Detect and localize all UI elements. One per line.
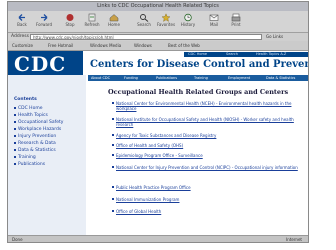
list-item[interactable]: Agency for Toxic Substances and Disease …: [112, 133, 298, 138]
sidebar-heading: Contents: [14, 97, 37, 102]
home-icon: [109, 14, 119, 22]
links-item[interactable]: Free Hotmail: [48, 43, 73, 48]
nav-item[interactable]: Employment: [228, 76, 250, 80]
bullet-icon: [14, 106, 16, 109]
list-item[interactable]: Epidemiology Program Office - Surveillan…: [112, 153, 298, 158]
bullet-icon: [112, 102, 114, 104]
browser-window: Links to CDC Occupational Health Related…: [7, 1, 309, 243]
status-text: Done: [12, 237, 23, 242]
links-bar: Customize Free Hotmail Windows Media Win…: [8, 41, 308, 51]
site-header: Centers for Disease Control and Preventi…: [88, 58, 308, 74]
security-zone: Internet: [286, 237, 302, 242]
links-item[interactable]: Windows: [134, 43, 152, 48]
sidebar-item[interactable]: Research & Data: [14, 141, 56, 146]
search-button[interactable]: Search: [134, 13, 154, 30]
sidebar-item[interactable]: Workplace Hazards: [14, 127, 61, 132]
bullet-icon: [14, 162, 16, 165]
mail-icon: [209, 14, 219, 21]
print-icon: [231, 13, 241, 22]
links-item[interactable]: Best of the Web: [168, 43, 200, 48]
sidebar-item[interactable]: Data & Statistics: [14, 148, 56, 153]
list-item[interactable]: Public Health Practice Program Office: [112, 185, 298, 190]
favorites-button[interactable]: Favorites: [156, 13, 176, 30]
address-bar: Address http://www.cdc.gov/niosh/topics/…: [8, 33, 308, 41]
stop-button[interactable]: Stop: [60, 13, 80, 30]
sidebar-item[interactable]: Training: [14, 155, 36, 160]
bullet-icon: [14, 148, 16, 151]
bullet-icon: [14, 120, 16, 123]
refresh-button[interactable]: Refresh: [82, 13, 102, 30]
sidebar-item[interactable]: Occupational Safety: [14, 120, 63, 125]
sidebar-item[interactable]: Health Topics: [14, 113, 48, 118]
bullet-icon: [112, 118, 114, 120]
list-item[interactable]: National Institute for Occupational Safe…: [112, 117, 298, 127]
bullet-icon: [14, 127, 16, 130]
history-icon: [184, 13, 192, 22]
list-item[interactable]: National Center for Environmental Health…: [112, 101, 298, 111]
bullet-icon: [112, 186, 114, 188]
list-item[interactable]: Office of Global Health: [112, 209, 298, 214]
back-button[interactable]: Back: [12, 13, 32, 30]
list-item[interactable]: Office of Health and Safety (OHS): [112, 143, 298, 148]
bullet-icon: [112, 166, 114, 168]
stop-icon: [66, 14, 74, 21]
nav-item[interactable]: Data & Statistics: [266, 76, 295, 80]
top-link[interactable]: CDC Home: [188, 52, 207, 56]
address-label: Address: [11, 34, 29, 39]
browser-toolbar: Back Forward Stop Refresh Home Search Fa…: [8, 11, 308, 33]
nav-item[interactable]: Training: [194, 76, 208, 80]
site-nav: About CDC Funding Publications Training …: [88, 75, 308, 81]
refresh-icon: [88, 13, 96, 22]
forward-button[interactable]: Forward: [34, 13, 54, 30]
bullet-icon: [14, 155, 16, 158]
page-viewport: CDC CDC Home Search Health Topics A-Z Ce…: [8, 51, 308, 235]
window-title: Links to CDC Occupational Health Related…: [97, 3, 219, 9]
sidebar-item[interactable]: CDC Home: [14, 106, 42, 111]
status-bar: Done Internet: [8, 235, 308, 242]
top-links: CDC Home Search Health Topics A-Z: [184, 52, 308, 57]
go-button[interactable]: Go Links: [266, 34, 304, 40]
top-link[interactable]: Health Topics A-Z: [256, 52, 286, 56]
top-link[interactable]: Search: [226, 52, 238, 56]
address-input[interactable]: http://www.cdc.gov/niosh/topics/oh.html: [30, 34, 262, 40]
back-arrow-icon: [18, 14, 25, 21]
page-title: Occupational Health Related Groups and C…: [108, 88, 289, 96]
bullet-icon: [14, 113, 16, 116]
nav-item[interactable]: About CDC: [91, 76, 110, 80]
bullet-icon: [112, 154, 114, 156]
print-button[interactable]: Print: [226, 13, 246, 30]
links-item[interactable]: Windows Media: [90, 43, 121, 48]
sidebar-item[interactable]: Publications: [14, 162, 45, 167]
bullet-icon: [14, 141, 16, 144]
list-item[interactable]: National Center for Injury Prevention an…: [112, 165, 298, 170]
mail-button[interactable]: Mail: [204, 13, 224, 30]
list-item[interactable]: National Immunization Program: [112, 197, 298, 202]
favorites-icon: [161, 13, 171, 22]
forward-arrow-icon: [41, 14, 48, 21]
bullet-icon: [14, 134, 16, 137]
nav-item[interactable]: Publications: [156, 76, 177, 80]
links-item[interactable]: Customize: [12, 43, 33, 48]
nav-item[interactable]: Funding: [124, 76, 138, 80]
site-header-title: Centers for Disease Control and Preventi…: [90, 59, 308, 70]
sidebar-item[interactable]: Injury Prevention: [14, 134, 56, 139]
home-button[interactable]: Home: [104, 13, 124, 30]
bullet-icon: [112, 210, 114, 212]
sidebar: Contents CDC Home Health Topics Occupati…: [8, 75, 86, 235]
history-button[interactable]: History: [178, 13, 198, 30]
bullet-icon: [112, 144, 114, 146]
cdc-logo[interactable]: CDC: [8, 51, 83, 76]
bullet-icon: [112, 134, 114, 136]
bullet-icon: [112, 198, 114, 200]
search-icon: [140, 14, 149, 22]
